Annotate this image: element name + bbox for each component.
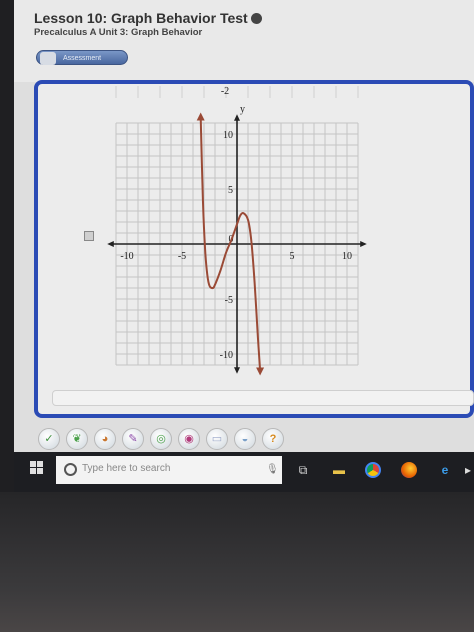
expand-button[interactable] [84, 231, 94, 241]
assessment-tab-label: Assessment [63, 55, 102, 62]
target-icon[interactable]: ◎ [150, 428, 172, 450]
info-icon[interactable] [250, 13, 262, 24]
curve-arrow-up [196, 112, 205, 121]
windows-start-icon[interactable] [30, 461, 44, 475]
breadcrumb: Precalculus A Unit 3: Graph Behavior [34, 27, 203, 38]
y-tick-label: 10 [223, 130, 233, 141]
graph-axes [107, 114, 367, 374]
microphone-icon[interactable]: 🎙 [266, 464, 279, 475]
top-partial-label: -2 [221, 86, 229, 97]
x-axis-arrow-left [107, 241, 114, 247]
y-tick-label: -5 [225, 295, 233, 306]
assessment-icon [40, 52, 56, 65]
bucket-icon[interactable]: ◒ [234, 428, 256, 450]
x-tick-label: -10 [120, 251, 133, 262]
x-axis-arrow-right [360, 241, 367, 247]
page-title: Lesson 10: Graph Behavior Test [34, 10, 262, 26]
answer-field[interactable] [52, 390, 474, 406]
monitor-bezel-bottom [0, 492, 474, 632]
task-view-icon[interactable]: ⧉ [292, 460, 314, 480]
search-box[interactable]: Type here to search 🎙 [56, 456, 282, 484]
screen: Lesson 10: Graph Behavior Test Precalcul… [14, 0, 474, 492]
x-tick-label: -5 [178, 251, 186, 262]
curve-arrow-down [256, 367, 265, 376]
function-graph: -10-5510105-5-100xy-2 [107, 86, 367, 376]
eraser-icon[interactable]: ▭ [206, 428, 228, 450]
file-explorer-icon[interactable]: ▬ [328, 460, 350, 480]
pen-icon[interactable]: ✎ [122, 428, 144, 450]
assessment-tab[interactable]: Assessment [36, 50, 128, 65]
record-icon[interactable]: ◉ [178, 428, 200, 450]
y-axis-arrow-down [234, 367, 240, 374]
cortana-icon [64, 463, 77, 476]
page-header: Lesson 10: Graph Behavior Test Precalcul… [14, 0, 474, 82]
firefox-icon[interactable] [398, 460, 420, 480]
check-icon[interactable]: ✓ [38, 428, 60, 450]
edge-icon[interactable]: e [434, 460, 456, 480]
windows-taskbar: Type here to search 🎙 ⧉ ▬ e ▸ [14, 452, 474, 492]
y-axis-label: y [240, 104, 245, 115]
tick-labels: -10-5510105-5-100xy-2 [120, 86, 352, 361]
x-tick-label: 5 [290, 251, 295, 262]
y-tick-label: -10 [220, 350, 233, 361]
y-tick-label: 5 [228, 185, 233, 196]
search-input[interactable]: Type here to search [82, 463, 170, 474]
chrome-icon[interactable] [362, 460, 384, 480]
x-tick-label: 10 [342, 251, 352, 262]
leaf-icon[interactable]: ❦ [66, 428, 88, 450]
monitor-bezel-left [0, 0, 14, 492]
help-icon[interactable]: ? [262, 428, 284, 450]
palette-icon[interactable]: ◕ [94, 428, 116, 450]
more-icon[interactable]: ▸ [462, 460, 474, 480]
